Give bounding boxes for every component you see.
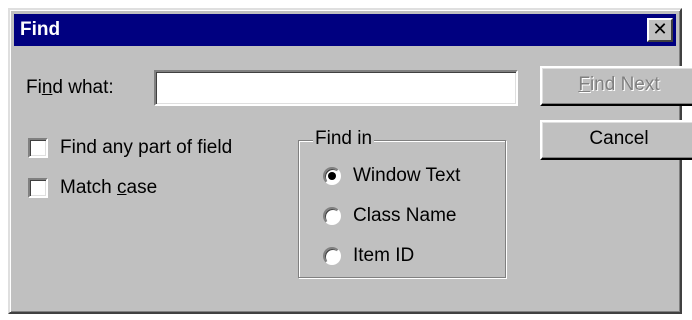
title-bar[interactable]: Find ✕ [14, 14, 676, 46]
find-next-button[interactable]: Find Next [540, 66, 692, 106]
find-dialog: Find ✕ Find what: Find Next Cancel Find … [8, 8, 692, 314]
find-what-label: Find what: [26, 77, 114, 98]
find-any-part-label: Find any part of field [60, 137, 233, 158]
radio-window-text-label: Window Text [353, 165, 461, 186]
close-button[interactable]: ✕ [647, 18, 673, 42]
find-in-group-title: Find in [313, 128, 375, 150]
find-any-part-checkbox[interactable] [28, 138, 48, 158]
dialog-title: Find [20, 19, 61, 40]
radio-item-id-label: Item ID [353, 245, 415, 266]
radio-selected-dot [328, 172, 336, 180]
find-what-input[interactable] [154, 70, 518, 106]
radio-class-name[interactable] [323, 207, 341, 225]
radio-item-id[interactable] [323, 247, 341, 265]
match-case-checkbox[interactable] [28, 178, 48, 198]
match-case-label: Match case [60, 177, 158, 198]
find-in-group: Find in Window Text Class Name Item ID [298, 128, 506, 278]
cancel-button[interactable]: Cancel [540, 120, 692, 160]
radio-class-name-label: Class Name [353, 205, 457, 226]
radio-window-text[interactable] [323, 167, 341, 185]
close-icon: ✕ [652, 19, 668, 39]
